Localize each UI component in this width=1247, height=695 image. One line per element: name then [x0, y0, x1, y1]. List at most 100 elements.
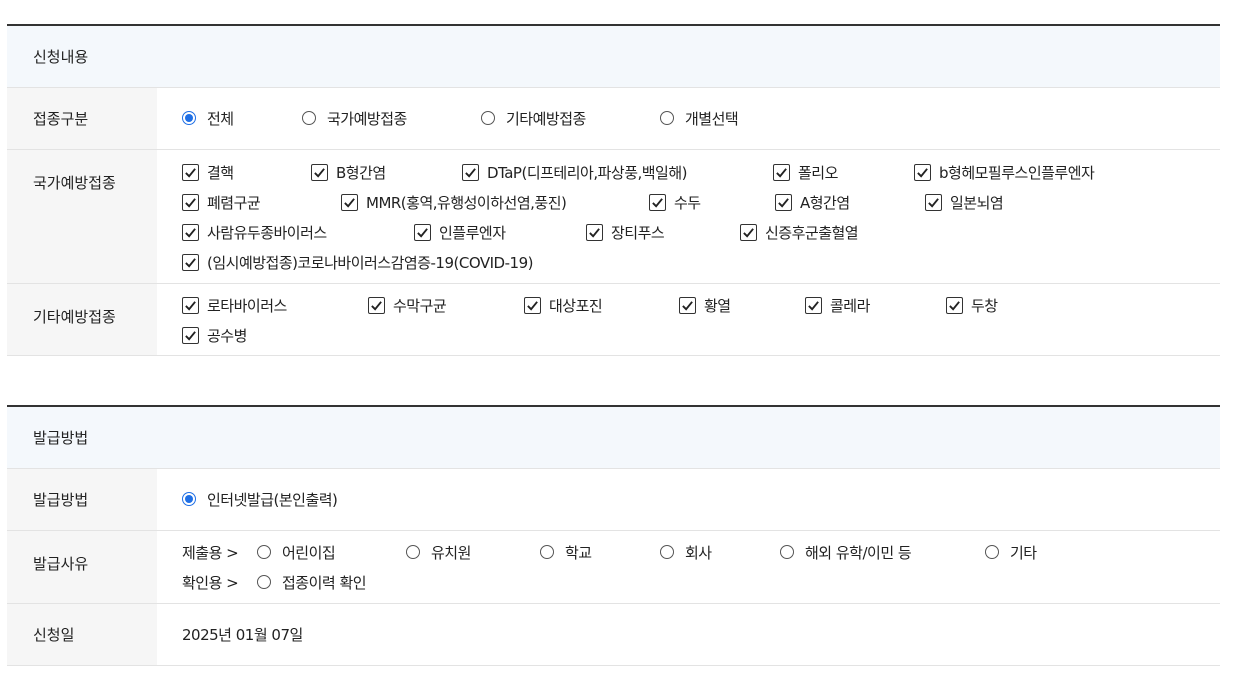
check-icon: [740, 223, 757, 241]
radio-group-reason: 제출용 > 어린이집 유치원 학교 회사 해외 유학/이민 등 기타 확인용 >…: [157, 531, 1220, 603]
radio-reason-company[interactable]: 회사: [660, 537, 712, 567]
radio-label: 어린이집: [282, 543, 336, 562]
check-icon: [182, 223, 199, 241]
radio-icon: [540, 545, 554, 559]
checkbox-national-3[interactable]: 폴리오: [773, 157, 838, 187]
checkbox-other-2[interactable]: 대상포진: [524, 290, 603, 320]
checkbox-label: 폴리오: [798, 163, 838, 182]
check-icon: [679, 296, 696, 314]
checkbox-label: 공수병: [207, 326, 247, 345]
radio-selected-icon: [182, 492, 196, 506]
checkbox-national-7[interactable]: 수두: [649, 187, 701, 217]
checkbox-other-5[interactable]: 두창: [946, 290, 998, 320]
radio-label: 개별선택: [685, 109, 739, 128]
radio-reason-school[interactable]: 학교: [540, 537, 592, 567]
row-label-date: 신청일: [7, 604, 157, 665]
checkbox-label: 일본뇌염: [950, 193, 1004, 212]
checkbox-label: 콜레라: [830, 296, 870, 315]
radio-national[interactable]: 국가예방접종: [302, 103, 407, 133]
radio-all[interactable]: 전체: [182, 103, 234, 133]
radio-label: 인터넷발급(본인출력): [207, 490, 338, 509]
issuance-section: 발급방법 발급방법 인터넷발급(본인출력) 발급사유 제출용 > 어린이집 유치…: [7, 405, 1220, 666]
check-icon: [925, 193, 942, 211]
checkbox-national-8[interactable]: A형간염: [775, 187, 850, 217]
checkbox-national-5[interactable]: 폐렴구균: [182, 187, 261, 217]
checkbox-national-14[interactable]: (임시예방접종)코로나바이러스감염증-19(COVID-19): [182, 247, 533, 277]
radio-label: 접종이력 확인: [282, 573, 367, 592]
radio-icon: [302, 111, 316, 125]
checkbox-label: B형간염: [336, 163, 386, 182]
check-icon: [311, 163, 328, 181]
check-icon: [182, 253, 199, 271]
submit-prefix: 제출용 >: [182, 543, 239, 562]
check-icon: [182, 193, 199, 211]
radio-label: 유치원: [431, 543, 471, 562]
checkbox-label: 황열: [704, 296, 731, 315]
row-label-national: 국가예방접종: [7, 150, 157, 283]
row-issuance-reason: 발급사유 제출용 > 어린이집 유치원 학교 회사 해외 유학/이민 등 기타 …: [7, 531, 1220, 604]
radio-icon: [660, 111, 674, 125]
checkbox-national-11[interactable]: 인플루엔자: [414, 217, 506, 247]
checkbox-national-9[interactable]: 일본뇌염: [925, 187, 1004, 217]
confirm-prefix: 확인용 >: [182, 573, 239, 592]
checkbox-label: 장티푸스: [611, 223, 665, 242]
checkbox-label: DTaP(디프테리아,파상풍,백일해): [487, 163, 688, 182]
application-date-value: 2025년 01월 07일: [182, 626, 303, 644]
radio-icon: [406, 545, 420, 559]
checkbox-national-12[interactable]: 장티푸스: [586, 217, 665, 247]
checkbox-other-4[interactable]: 콜레라: [805, 290, 870, 320]
check-icon: [649, 193, 666, 211]
radio-group-vaccination-type: 전체 국가예방접종 기타예방접종 개별선택: [157, 88, 1220, 149]
radio-icon: [660, 545, 674, 559]
check-icon: [524, 296, 541, 314]
radio-internet-issuance[interactable]: 인터넷발급(본인출력): [182, 484, 338, 514]
check-icon: [341, 193, 358, 211]
radio-reason-kindergarten[interactable]: 유치원: [406, 537, 471, 567]
radio-label: 해외 유학/이민 등: [805, 543, 912, 562]
checkbox-label: 수막구균: [393, 296, 447, 315]
row-issuance-method: 발급방법 인터넷발급(본인출력): [7, 469, 1220, 531]
checkbox-national-6[interactable]: MMR(홍역,유행성이하선염,풍진): [341, 187, 567, 217]
checkbox-national-2[interactable]: DTaP(디프테리아,파상풍,백일해): [462, 157, 688, 187]
radio-reason-history[interactable]: 접종이력 확인: [257, 567, 367, 597]
radio-icon: [257, 575, 271, 589]
check-icon: [586, 223, 603, 241]
radio-reason-abroad[interactable]: 해외 유학/이민 등: [780, 537, 912, 567]
checkbox-label: 로타바이러스: [207, 296, 287, 315]
radio-reason-etc[interactable]: 기타: [985, 537, 1037, 567]
radio-label: 기타예방접종: [506, 109, 586, 128]
radio-individual[interactable]: 개별선택: [660, 103, 739, 133]
checkbox-other-6[interactable]: 공수병: [182, 320, 247, 350]
radio-label: 학교: [565, 543, 592, 562]
checkbox-label: 수두: [674, 193, 701, 212]
checkbox-national-0[interactable]: 결핵: [182, 157, 234, 187]
checkbox-group-other: 로타바이러스 수막구균 대상포진 황열 콜레라 두창 공수병: [157, 284, 1220, 355]
checkbox-national-4[interactable]: b형헤모필루스인플루엔자: [914, 157, 1095, 187]
check-icon: [182, 296, 199, 314]
checkbox-national-10[interactable]: 사람유두종바이러스: [182, 217, 327, 247]
radio-icon: [985, 545, 999, 559]
application-section: 신청내용 접종구분 전체 국가예방접종 기타예방접종 개별선택 국가예방접종 결…: [7, 24, 1220, 356]
checkbox-label: 신증후군출혈열: [765, 223, 859, 242]
checkbox-other-0[interactable]: 로타바이러스: [182, 290, 287, 320]
check-icon: [182, 163, 199, 181]
checkbox-label: 인플루엔자: [439, 223, 506, 242]
radio-label: 기타: [1010, 543, 1037, 562]
row-label-reason: 발급사유: [7, 531, 157, 603]
check-icon: [462, 163, 479, 181]
checkbox-other-3[interactable]: 황열: [679, 290, 731, 320]
check-icon: [414, 223, 431, 241]
check-icon: [773, 163, 790, 181]
radio-other[interactable]: 기타예방접종: [481, 103, 586, 133]
row-label-other: 기타예방접종: [7, 284, 157, 355]
checkbox-national-1[interactable]: B형간염: [311, 157, 386, 187]
checkbox-national-13[interactable]: 신증후군출혈열: [740, 217, 859, 247]
radio-reason-daycare[interactable]: 어린이집: [257, 537, 336, 567]
checkbox-label: 대상포진: [549, 296, 603, 315]
checkbox-other-1[interactable]: 수막구균: [368, 290, 447, 320]
check-icon: [775, 193, 792, 211]
checkbox-label: A형간염: [800, 193, 850, 212]
radio-selected-icon: [182, 111, 196, 125]
radio-icon: [481, 111, 495, 125]
checkbox-label: b형헤모필루스인플루엔자: [939, 163, 1095, 182]
